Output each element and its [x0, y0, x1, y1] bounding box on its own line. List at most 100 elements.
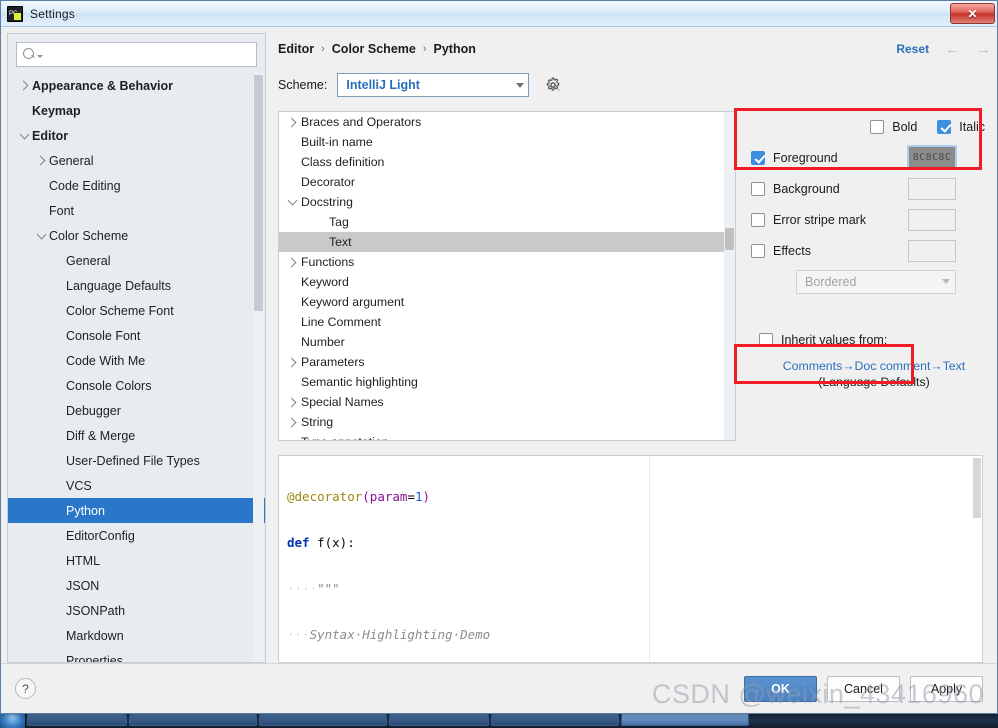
italic-checkbox[interactable] — [937, 119, 952, 134]
syntax-item-keyword-argument[interactable]: Keyword argument — [279, 292, 735, 312]
sidebar-scrollbar-thumb[interactable] — [254, 75, 263, 311]
chevron-down-icon[interactable] — [19, 129, 29, 139]
tree-twisty[interactable] — [16, 129, 32, 139]
syntax-item-text[interactable]: Text — [279, 232, 735, 252]
sidebar-item-editorconfig[interactable]: EditorConfig — [8, 523, 265, 548]
background-color-swatch[interactable] — [908, 177, 956, 200]
forward-arrow-icon[interactable]: → — [976, 42, 991, 57]
syntax-item-semantic-highlighting[interactable]: Semantic highlighting — [279, 372, 735, 392]
effects-checkbox[interactable] — [751, 243, 765, 258]
bold-checkbox[interactable] — [870, 119, 885, 134]
gear-icon[interactable] — [545, 77, 561, 93]
background-checkbox[interactable] — [751, 181, 765, 196]
error-stripe-checkbox[interactable] — [751, 212, 765, 227]
sidebar-item-label: Font — [49, 203, 75, 218]
chevron-right-icon[interactable] — [286, 397, 296, 407]
chevron-right-icon[interactable] — [286, 417, 296, 427]
syntax-item-parameters[interactable]: Parameters — [279, 352, 735, 372]
syntax-item-decorator[interactable]: Decorator — [279, 172, 735, 192]
sidebar-item-jsonpath[interactable]: JSONPath — [8, 598, 265, 623]
tree-twisty[interactable] — [283, 397, 301, 407]
sidebar-item-label: Properties — [66, 653, 123, 663]
search-input[interactable] — [43, 46, 256, 63]
sidebar-item-json[interactable]: JSON — [8, 573, 265, 598]
search-box[interactable] — [16, 42, 257, 67]
tree-twisty[interactable] — [283, 195, 301, 206]
scheme-select[interactable]: IntelliJ Light — [337, 73, 530, 97]
tree-twisty[interactable] — [283, 257, 301, 267]
sidebar-scrollbar[interactable] — [253, 73, 264, 662]
sidebar-item-label: Diff & Merge — [66, 428, 136, 443]
sidebar-item-console-colors[interactable]: Console Colors — [8, 373, 265, 398]
sidebar-item-debugger[interactable]: Debugger — [8, 398, 265, 423]
syntax-list-scrollbar[interactable] — [724, 112, 735, 440]
sidebar-item-appearance-behavior[interactable]: Appearance & Behavior — [8, 73, 265, 98]
syntax-list-scrollbar-thumb[interactable] — [725, 228, 734, 250]
chevron-right-icon[interactable] — [35, 155, 45, 166]
cancel-button[interactable]: Cancel — [827, 675, 900, 702]
syntax-item-special-names[interactable]: Special Names — [279, 392, 735, 412]
sidebar-item-properties[interactable]: Properties — [8, 648, 265, 663]
sidebar-item-markdown[interactable]: Markdown — [8, 623, 265, 648]
sidebar-item-console-font[interactable]: Console Font — [8, 323, 265, 348]
close-icon[interactable]: ✕ — [950, 3, 995, 24]
tree-twisty[interactable] — [283, 117, 301, 127]
syntax-item-braces-and-operators[interactable]: Braces and Operators — [279, 112, 735, 132]
sidebar-item-general[interactable]: General — [8, 248, 265, 273]
sidebar-item-code-editing[interactable]: Code Editing — [8, 173, 265, 198]
syntax-item-label: String — [301, 415, 334, 429]
chevron-right-icon[interactable] — [286, 117, 296, 127]
reset-link[interactable]: Reset — [896, 42, 929, 56]
sidebar-item-keymap[interactable]: Keymap — [8, 98, 265, 123]
effects-color-swatch[interactable] — [908, 239, 956, 262]
inherit-values-checkbox[interactable] — [759, 333, 773, 347]
sidebar-item-code-with-me[interactable]: Code With Me — [8, 348, 265, 373]
apply-button[interactable]: Apply — [910, 675, 983, 702]
sidebar-item-color-scheme[interactable]: Color Scheme — [8, 223, 265, 248]
sidebar-item-color-scheme-font[interactable]: Color Scheme Font — [8, 298, 265, 323]
breadcrumb-item-color-scheme[interactable]: Color Scheme — [332, 42, 416, 56]
inherit-source-link[interactable]: Comments→Doc comment→Text — [757, 359, 991, 373]
effect-type-select[interactable]: Bordered — [796, 269, 956, 294]
sidebar-item-user-defined-file-types[interactable]: User-Defined File Types — [8, 448, 265, 473]
tree-twisty[interactable] — [33, 155, 49, 166]
syntax-item-number[interactable]: Number — [279, 332, 735, 352]
sidebar-item-python[interactable]: Python — [8, 498, 265, 523]
preview-scrollbar-thumb[interactable] — [973, 458, 981, 518]
chevron-right-icon[interactable] — [18, 80, 28, 91]
foreground-color-swatch[interactable]: 8C8C8C — [907, 145, 957, 170]
sidebar-item-diff-merge[interactable]: Diff & Merge — [8, 423, 265, 448]
help-button[interactable]: ? — [15, 678, 36, 699]
foreground-checkbox[interactable] — [751, 150, 765, 165]
breadcrumb-item-editor[interactable]: Editor — [278, 42, 314, 56]
sidebar-item-editor[interactable]: Editor — [8, 123, 265, 148]
sidebar-item-vcs[interactable]: VCS — [8, 473, 265, 498]
tree-twisty[interactable] — [283, 417, 301, 427]
tree-twisty[interactable] — [283, 357, 301, 367]
preview-scrollbar[interactable] — [972, 456, 982, 662]
syntax-item-functions[interactable]: Functions — [279, 252, 735, 272]
chevron-right-icon[interactable] — [286, 257, 296, 267]
back-arrow-icon[interactable]: ← — [945, 42, 960, 57]
syntax-item-keyword[interactable]: Keyword — [279, 272, 735, 292]
syntax-item-line-comment[interactable]: Line Comment — [279, 312, 735, 332]
tree-twisty[interactable] — [16, 80, 32, 91]
syntax-item-built-in-name[interactable]: Built-in name — [279, 132, 735, 152]
chevron-down-icon[interactable] — [36, 229, 46, 239]
sidebar-item-html[interactable]: HTML — [8, 548, 265, 573]
sidebar-item-font[interactable]: Font — [8, 198, 265, 223]
sidebar-item-label: Keymap — [32, 103, 81, 118]
chevron-right-icon[interactable] — [286, 357, 296, 367]
syntax-item-docstring[interactable]: Docstring — [279, 192, 735, 212]
tree-twisty[interactable] — [33, 229, 49, 239]
sidebar-item-language-defaults[interactable]: Language Defaults — [8, 273, 265, 298]
syntax-item-string[interactable]: String — [279, 412, 735, 432]
syntax-item-tag[interactable]: Tag — [279, 212, 735, 232]
code-preview[interactable]: @decorator(param=1) def f(x): ····""" ··… — [278, 455, 983, 663]
error-stripe-color-swatch[interactable] — [908, 208, 956, 231]
chevron-down-icon[interactable] — [287, 195, 297, 206]
syntax-item-class-definition[interactable]: Class definition — [279, 152, 735, 172]
sidebar-item-general[interactable]: General — [8, 148, 265, 173]
ok-button[interactable]: OK — [744, 675, 817, 702]
syntax-item-type-annotation[interactable]: Type annotation — [279, 432, 735, 440]
